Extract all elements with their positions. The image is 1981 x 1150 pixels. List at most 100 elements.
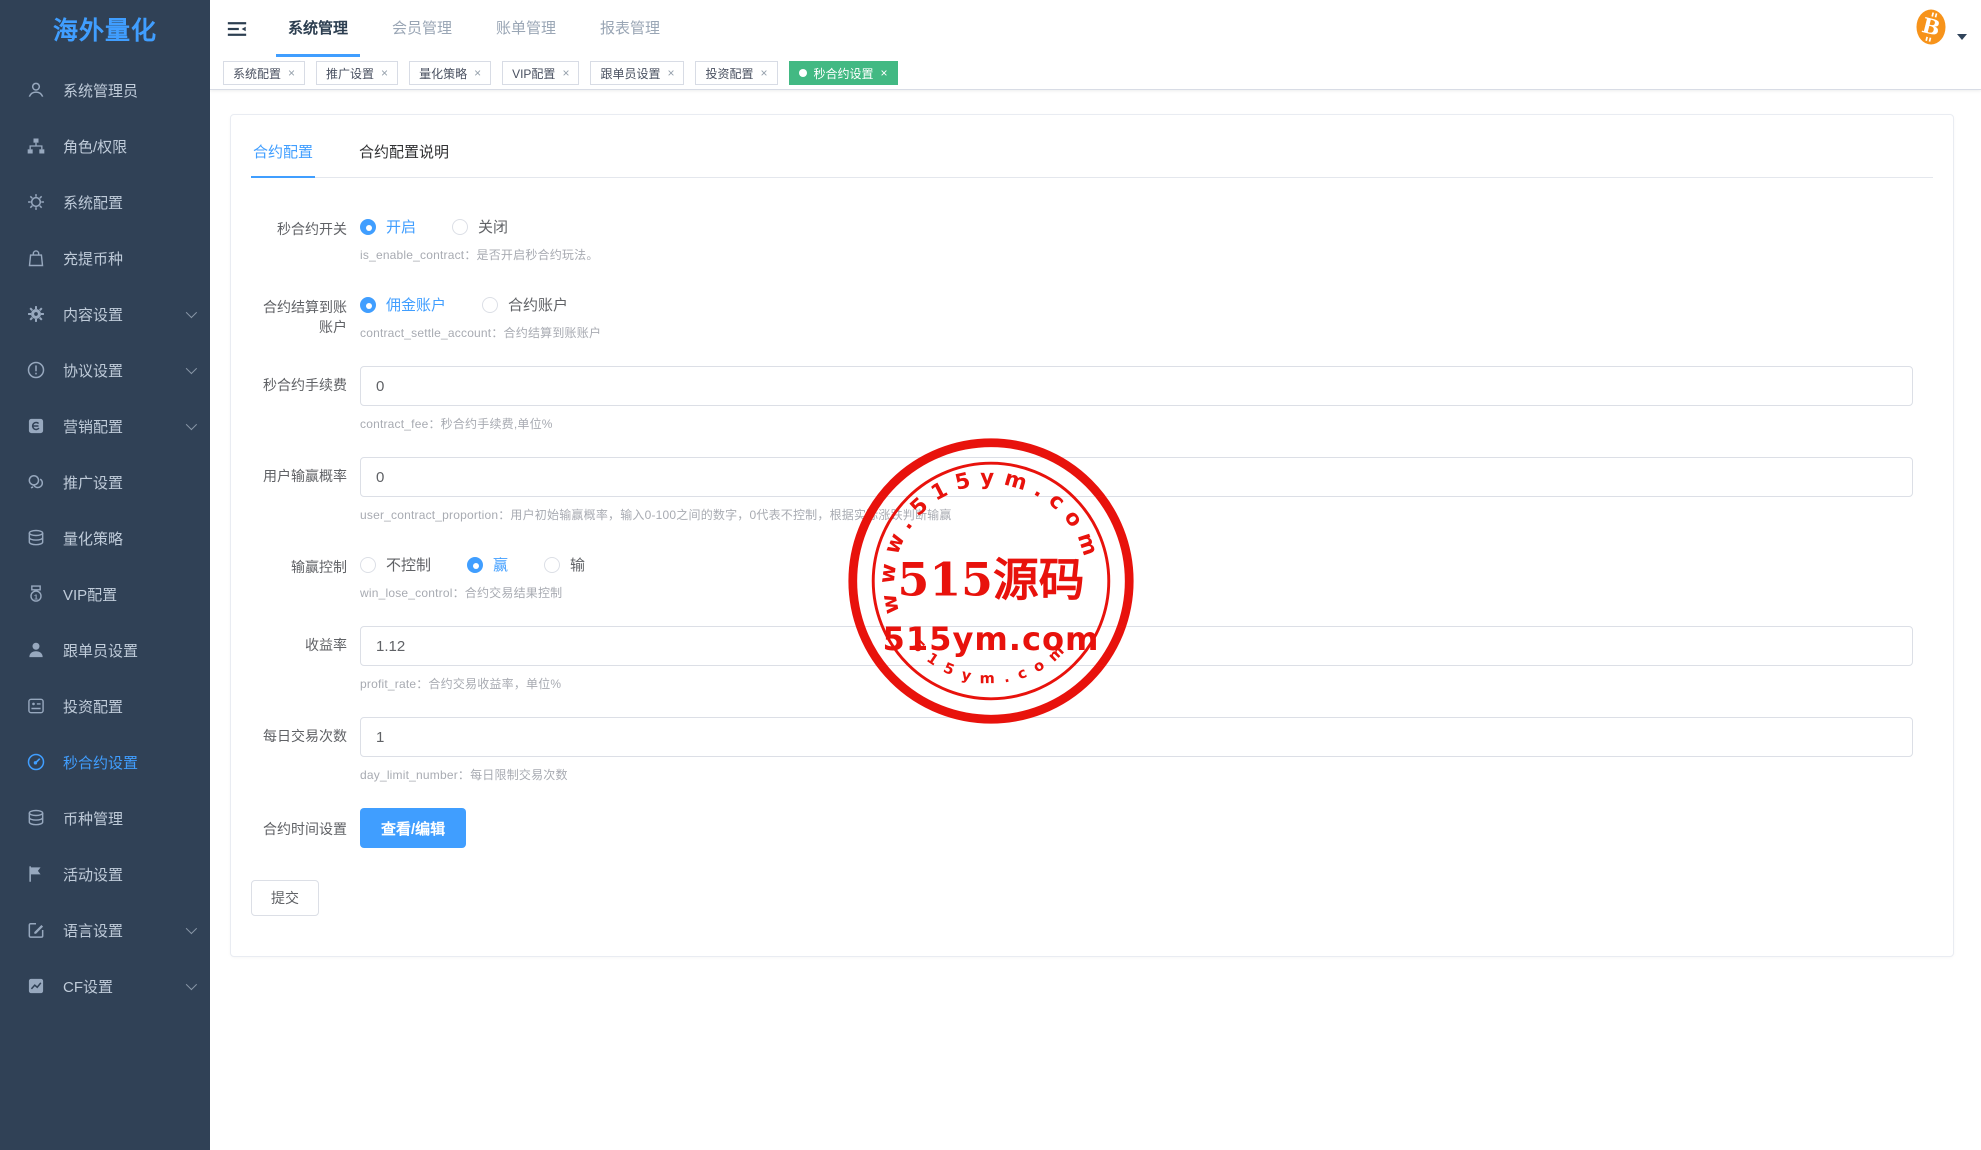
sidebar-item-label: 内容设置 xyxy=(63,304,123,325)
sidebar-item-language-settings[interactable]: 语言设置 xyxy=(0,902,210,958)
sidebar-item-system-config[interactable]: 系统配置 xyxy=(0,174,210,230)
tab-report-manage[interactable]: 报表管理 xyxy=(578,0,682,57)
form-row-daily-trade-limit: 每日交易次数 day_limit_number：每日限制交易次数 xyxy=(251,717,1933,783)
top-navbar: 系统管理 会员管理 账单管理 报表管理 B xyxy=(210,0,1981,57)
sidebar-item-label: 推广设置 xyxy=(63,472,123,493)
sidebar-item-marketing-config[interactable]: 营销配置 xyxy=(0,398,210,454)
sidebar-item-label: 角色/权限 xyxy=(63,136,127,157)
close-icon[interactable]: × xyxy=(881,67,888,79)
tab-contract-config-notes[interactable]: 合约配置说明 xyxy=(357,129,451,177)
sidebar-item-label: 系统管理员 xyxy=(63,80,138,101)
form-row-win-probability: 用户输赢概率 user_contract_proportion：用户初始输赢概率… xyxy=(251,457,1933,523)
gear-solid-icon xyxy=(26,304,46,324)
user-avatar-dropdown[interactable]: B xyxy=(1913,6,1967,53)
radio-contract-account[interactable]: 合约账户 xyxy=(482,294,568,315)
sidebar-item-vip-config[interactable]: VIP配置 xyxy=(0,566,210,622)
radio-no-control[interactable]: 不控制 xyxy=(360,554,431,575)
tag-follower-settings[interactable]: 跟单员设置 × xyxy=(590,61,684,85)
sidebar-item-activity-settings[interactable]: 活动设置 xyxy=(0,846,210,902)
radio-label: 赢 xyxy=(493,554,508,575)
sidebar-item-invest-config[interactable]: 投资配置 xyxy=(0,678,210,734)
tag-second-contract-active[interactable]: 秒合约设置× xyxy=(789,61,898,85)
sidebar-item-cf-settings[interactable]: CF设置 xyxy=(0,958,210,1014)
sidebar: 海外量化 系统管理员 角色/权限 系统配置 充提币种 内容设置 协议设置 营销配… xyxy=(0,0,210,1150)
sidebar-item-system-admin[interactable]: 系统管理员 xyxy=(0,62,210,118)
radio-icon xyxy=(360,297,376,313)
edit-icon xyxy=(26,920,46,940)
radio-lose[interactable]: 输 xyxy=(544,554,585,575)
sidebar-item-coin-deposit[interactable]: 充提币种 xyxy=(0,230,210,286)
tag-label: VIP配置 xyxy=(512,65,555,82)
close-icon[interactable]: × xyxy=(667,67,674,79)
menu-fold-icon[interactable] xyxy=(226,17,250,41)
active-dot xyxy=(799,69,807,77)
sidebar-item-label: 语言设置 xyxy=(63,920,123,941)
radio-commission-account[interactable]: 佣金账户 xyxy=(360,294,446,315)
tag-invest-config[interactable]: 投资配置× xyxy=(695,61,777,85)
tab-contract-config[interactable]: 合约配置 xyxy=(251,129,315,177)
chevron-down-icon xyxy=(186,363,197,374)
win-probability-input[interactable] xyxy=(360,457,1913,497)
profit-rate-input[interactable] xyxy=(360,626,1913,666)
radio-icon xyxy=(482,297,498,313)
sidebar-item-protocol-settings[interactable]: 协议设置 xyxy=(0,342,210,398)
sidebar-item-second-contract[interactable]: 秒合约设置 xyxy=(0,734,210,790)
submit-button[interactable]: 提交 xyxy=(251,880,319,916)
chart-icon xyxy=(26,976,46,996)
field-helper: contract_fee：秒合约手续费,单位% xyxy=(360,415,1913,432)
sidebar-item-label: 跟单员设置 xyxy=(63,640,138,661)
close-icon[interactable]: × xyxy=(761,67,768,79)
sidebar-item-roles[interactable]: 角色/权限 xyxy=(0,118,210,174)
field-helper: contract_settle_account：合约结算到账账户 xyxy=(360,324,1913,341)
sidebar-item-quant-strategy[interactable]: 量化策略 xyxy=(0,510,210,566)
tag-label: 系统配置 xyxy=(233,65,281,82)
sidebar-item-follower-settings[interactable]: 跟单员设置 xyxy=(0,622,210,678)
top-nav-tabs: 系统管理 会员管理 账单管理 报表管理 xyxy=(266,0,682,57)
settle-account-radio-group: 佣金账户 合约账户 xyxy=(360,294,1913,315)
view-edit-button[interactable]: 查看/编辑 xyxy=(360,808,466,848)
form-submit-row: 提交 xyxy=(251,880,1933,916)
user-solid-icon xyxy=(26,640,46,660)
tag-quant-strategy[interactable]: 量化策略× xyxy=(409,61,491,85)
close-icon[interactable]: × xyxy=(562,67,569,79)
tag-label: 跟单员设置 xyxy=(600,65,660,82)
close-icon[interactable]: × xyxy=(381,67,388,79)
close-icon[interactable]: × xyxy=(288,67,295,79)
tab-member-manage[interactable]: 会员管理 xyxy=(370,0,474,57)
gear-icon xyxy=(26,192,46,212)
sidebar-item-label: CF设置 xyxy=(63,976,113,997)
sidebar-item-coin-manage[interactable]: 币种管理 xyxy=(0,790,210,846)
tab-bill-manage[interactable]: 账单管理 xyxy=(474,0,578,57)
database-icon xyxy=(26,528,46,548)
radio-icon xyxy=(452,219,468,235)
close-icon[interactable]: × xyxy=(474,67,481,79)
sidebar-item-label: 量化策略 xyxy=(63,528,123,549)
form-row-profit-rate: 收益率 profit_rate：合约交易收益率，单位% xyxy=(251,626,1933,692)
coins-icon xyxy=(26,808,46,828)
sidebar-item-label: 活动设置 xyxy=(63,864,123,885)
daily-trade-limit-input[interactable] xyxy=(360,717,1913,757)
contract-config-form: 秒合约开关 开启 关闭 is_enable_contract：是否开启秒合约玩法… xyxy=(251,178,1933,916)
form-row-contract-fee: 秒合约手续费 contract_fee：秒合约手续费,单位% xyxy=(251,366,1933,432)
tag-promotion-settings[interactable]: 推广设置× xyxy=(316,61,398,85)
radio-enable[interactable]: 开启 xyxy=(360,216,416,237)
sidebar-item-label: 币种管理 xyxy=(63,808,123,829)
sidebar-item-label: 充提币种 xyxy=(63,248,123,269)
sidebar-item-content-settings[interactable]: 内容设置 xyxy=(0,286,210,342)
chevron-down-icon xyxy=(186,923,197,934)
radio-win[interactable]: 赢 xyxy=(467,554,508,575)
contract-fee-input[interactable] xyxy=(360,366,1913,406)
content-wrapper: 合约配置 合约配置说明 秒合约开关 开启 关闭 is_enable_contra… xyxy=(210,90,1981,957)
sidebar-item-promotion-settings[interactable]: 推广设置 xyxy=(0,454,210,510)
radio-label: 开启 xyxy=(386,216,416,237)
medal-icon xyxy=(26,584,46,604)
radio-icon xyxy=(360,557,376,573)
bag-icon xyxy=(26,248,46,268)
tag-system-config[interactable]: 系统配置 × xyxy=(223,61,305,85)
tab-system-manage[interactable]: 系统管理 xyxy=(266,0,370,57)
field-label: 秒合约开关 xyxy=(251,210,347,263)
tag-vip-config[interactable]: VIP配置 × xyxy=(502,61,579,85)
radio-disable[interactable]: 关闭 xyxy=(452,216,508,237)
field-label: 合约时间设置 xyxy=(251,808,347,848)
sidebar-item-label: 协议设置 xyxy=(63,360,123,381)
